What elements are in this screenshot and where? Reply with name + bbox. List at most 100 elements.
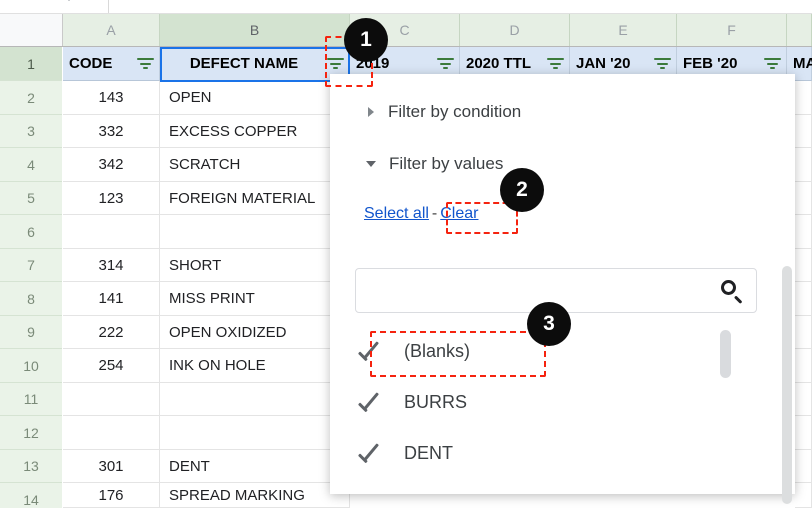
cell-g4[interactable] xyxy=(795,148,812,182)
cell-a5[interactable]: 123 xyxy=(63,182,160,215)
annotation-badge-3: 3 xyxy=(527,302,571,346)
cell-a6[interactable] xyxy=(63,215,160,249)
row-header-2[interactable]: 2 xyxy=(0,81,62,115)
row-header-9[interactable]: 9 xyxy=(0,316,62,349)
cell-b7[interactable]: SHORT xyxy=(160,249,350,282)
cell-g14[interactable] xyxy=(795,483,812,508)
toolbar-strip xyxy=(0,0,812,14)
header-cell-code-label: CODE xyxy=(63,55,132,72)
header-cell-defect-name-label: DEFECT NAME xyxy=(160,55,322,72)
column-header-a[interactable]: A xyxy=(63,14,160,46)
cell-g3[interactable] xyxy=(795,115,812,148)
filter-value-item-burrs[interactable]: BURRS xyxy=(330,377,730,428)
cell-b8[interactable]: MISS PRINT xyxy=(160,282,350,316)
cell-b13[interactable]: DENT xyxy=(160,450,350,483)
cell-b3[interactable]: EXCESS COPPER xyxy=(160,115,350,148)
cell-g13[interactable] xyxy=(795,450,812,483)
filter-funnel-icon[interactable] xyxy=(137,55,154,72)
row-header-1[interactable]: 1 xyxy=(0,47,62,81)
filter-by-values-label: Filter by values xyxy=(389,154,503,174)
row-header-6[interactable]: 6 xyxy=(0,215,62,249)
header-cell-code[interactable]: CODE xyxy=(63,47,160,81)
filter-value-label: BURRS xyxy=(404,392,467,413)
column-header-e[interactable]: E xyxy=(570,14,677,46)
cell-b2[interactable]: OPEN xyxy=(160,81,350,115)
cell-a9[interactable]: 222 xyxy=(63,316,160,349)
cell-a14[interactable]: 176 xyxy=(63,483,160,508)
column-header-row: A B C D E F xyxy=(0,14,812,47)
filter-by-condition-row[interactable]: Filter by condition xyxy=(364,102,521,122)
links-separator: - xyxy=(429,205,440,222)
filter-funnel-icon[interactable] xyxy=(547,55,564,72)
search-icon[interactable] xyxy=(716,276,746,306)
column-header-b[interactable]: B xyxy=(160,14,350,46)
column-header-d[interactable]: D xyxy=(460,14,570,46)
cell-g9[interactable] xyxy=(795,316,812,349)
cell-a8[interactable]: 141 xyxy=(63,282,160,316)
cell-a3[interactable]: 332 xyxy=(63,115,160,148)
row-header-7[interactable]: 7 xyxy=(0,249,62,282)
toolbar-overflow-caret-icon[interactable] xyxy=(63,0,75,1)
cell-b12[interactable] xyxy=(160,416,350,450)
header-cell-jan-20-label: JAN '20 xyxy=(570,55,649,72)
row-header-10[interactable]: 10 xyxy=(0,349,62,383)
annotation-badge-2: 2 xyxy=(500,168,544,212)
select-all-link[interactable]: Select all xyxy=(364,205,429,222)
annotation-badge-1: 1 xyxy=(344,18,388,62)
row-header-4[interactable]: 4 xyxy=(0,148,62,182)
filter-by-values-row[interactable]: Filter by values xyxy=(364,154,503,174)
filter-funnel-icon[interactable] xyxy=(654,55,671,72)
highlight-box-blanks-item xyxy=(370,331,546,377)
chevron-right-icon[interactable] xyxy=(368,107,374,117)
checkmark-icon[interactable] xyxy=(356,490,386,495)
filter-funnel-icon[interactable] xyxy=(437,55,454,72)
chevron-down-icon[interactable] xyxy=(366,161,376,167)
header-cell-defect-name[interactable]: DEFECT NAME xyxy=(160,47,350,81)
cell-a2[interactable]: 143 xyxy=(63,81,160,115)
cell-b9[interactable]: OPEN OXIDIZED xyxy=(160,316,350,349)
cell-b6[interactable] xyxy=(160,215,350,249)
row-header-3[interactable]: 3 xyxy=(0,115,62,148)
cell-a4[interactable]: 342 xyxy=(63,148,160,182)
cell-b4[interactable]: SCRATCH xyxy=(160,148,350,182)
header-cell-feb-20-label: FEB '20 xyxy=(677,55,759,72)
cell-g10[interactable] xyxy=(795,349,812,383)
cell-a7[interactable]: 314 xyxy=(63,249,160,282)
cell-b5[interactable]: FOREIGN MATERIAL xyxy=(160,182,350,215)
cell-g6[interactable] xyxy=(795,215,812,249)
column-header-f[interactable]: F xyxy=(677,14,787,46)
cell-a11[interactable] xyxy=(63,383,160,416)
cell-g7[interactable] xyxy=(795,249,812,282)
cell-a12[interactable] xyxy=(63,416,160,450)
row-header-11[interactable]: 11 xyxy=(0,383,62,416)
filter-panel-scrollbar[interactable] xyxy=(782,266,792,504)
column-header-g[interactable] xyxy=(787,14,812,46)
header-cell-2020-ttl-label: 2020 TTL xyxy=(460,55,542,72)
cell-g12[interactable] xyxy=(795,416,812,450)
filter-funnel-icon[interactable] xyxy=(764,55,781,72)
filter-value-item-excess-copper[interactable]: EXCESS COPPER xyxy=(330,479,730,494)
cell-g11[interactable] xyxy=(795,383,812,416)
checkmark-icon[interactable] xyxy=(356,388,386,418)
cell-g8[interactable] xyxy=(795,282,812,316)
filter-value-label: DENT xyxy=(404,443,453,464)
filter-dropdown-panel: Filter by condition Filter by values Sel… xyxy=(330,74,795,494)
cell-b14[interactable]: SPREAD MARKING xyxy=(160,483,350,508)
cell-g2[interactable] xyxy=(795,81,812,115)
toolbar-divider xyxy=(108,0,109,13)
values-list-scrollbar[interactable] xyxy=(720,330,731,378)
row-header-14[interactable]: 14 xyxy=(0,483,62,508)
row-header-13[interactable]: 13 xyxy=(0,450,62,483)
cell-a10[interactable]: 254 xyxy=(63,349,160,383)
row-header-8[interactable]: 8 xyxy=(0,282,62,316)
checkmark-icon[interactable] xyxy=(356,439,386,469)
header-cell-mar-20-label: MA xyxy=(787,55,812,72)
row-header-12[interactable]: 12 xyxy=(0,416,62,450)
select-all-corner[interactable] xyxy=(0,14,63,46)
cell-g5[interactable] xyxy=(795,182,812,215)
filter-value-item-dent[interactable]: DENT xyxy=(330,428,730,479)
cell-b10[interactable]: INK ON HOLE xyxy=(160,349,350,383)
cell-a13[interactable]: 301 xyxy=(63,450,160,483)
cell-b11[interactable] xyxy=(160,383,350,416)
row-header-5[interactable]: 5 xyxy=(0,182,62,215)
